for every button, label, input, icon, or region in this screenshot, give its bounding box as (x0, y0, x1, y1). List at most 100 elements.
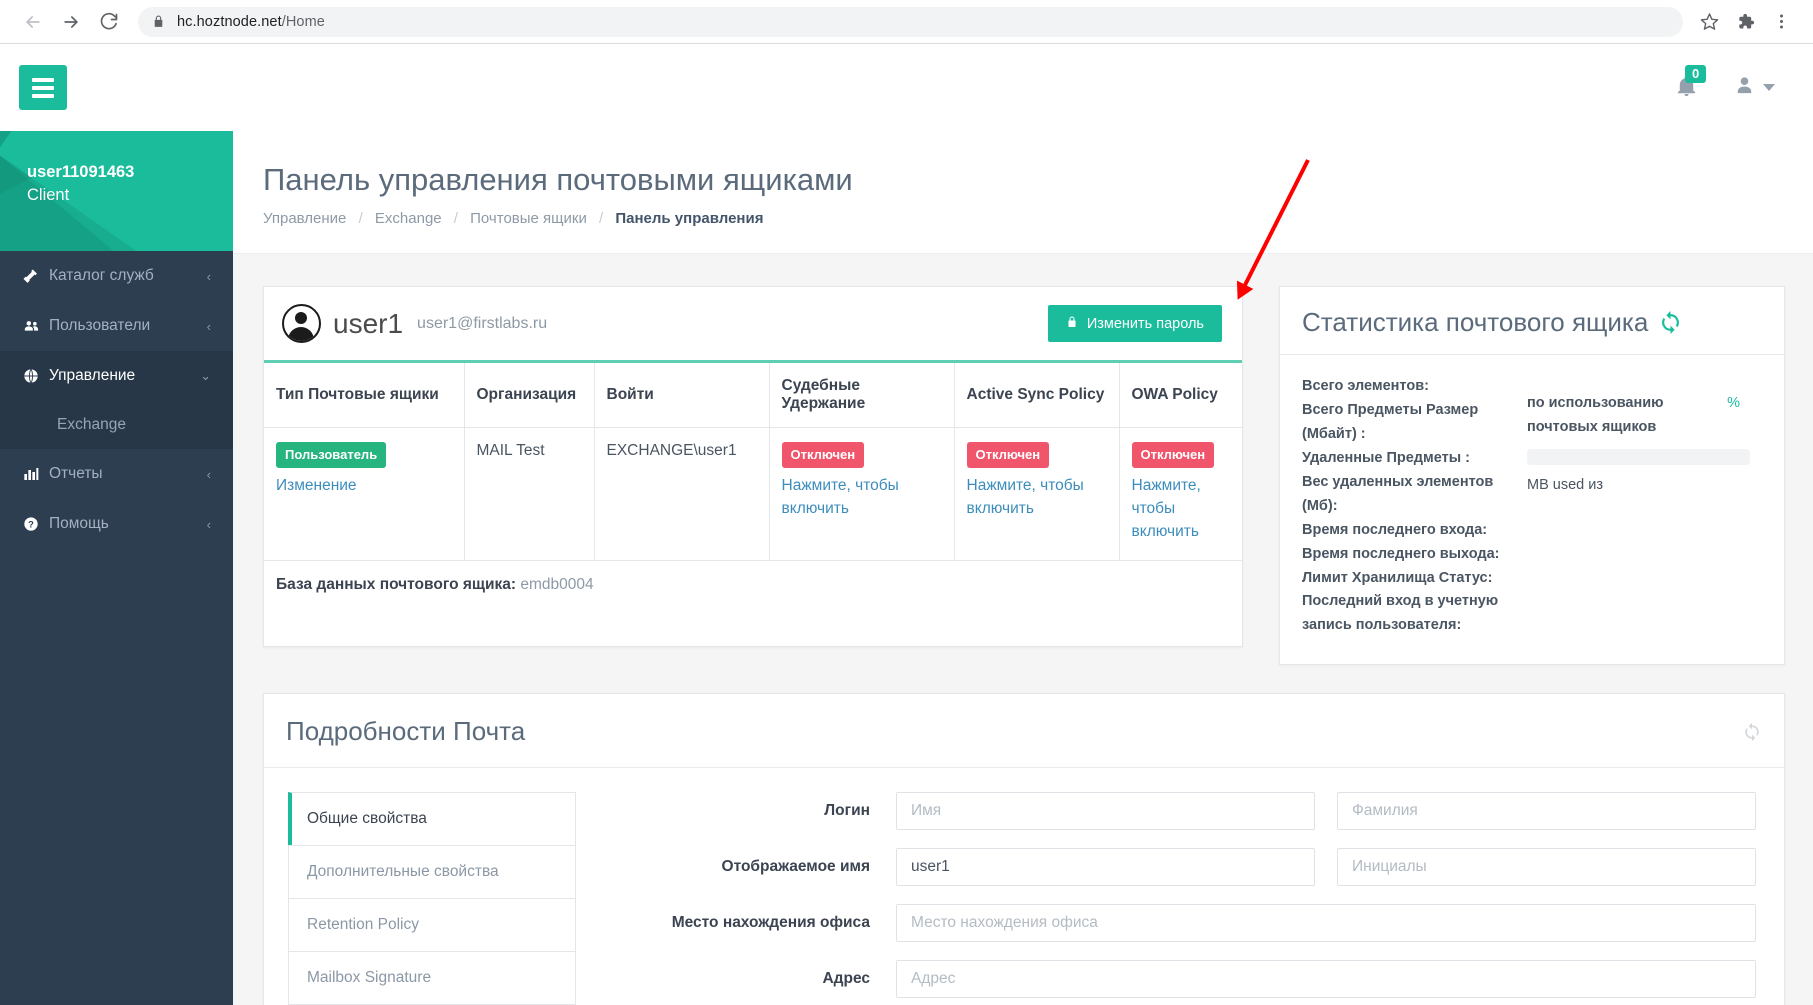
display-name-input[interactable] (896, 848, 1315, 887)
mailbox-card-footer (264, 609, 1242, 646)
stat-label-storage-limit-status: Лимит Хранилища Статус: (1302, 569, 1493, 586)
mailbox-database-row: База данных почтового ящика: emdb0004 (264, 561, 1242, 610)
tab-additional-properties[interactable]: Дополнительные свойства (288, 845, 576, 899)
change-password-button[interactable]: Изменить пароль (1047, 305, 1222, 343)
address-bar[interactable]: hc.hoztnode.net/Home (138, 6, 1683, 37)
browser-back-button[interactable] (14, 3, 52, 41)
column-header-login: Войти (594, 363, 770, 429)
form-label-office: Место нахождения офиса (671, 914, 870, 932)
sidebar: user11091463 Client Каталог служб ‹ Поль… (0, 131, 233, 1005)
stat-label-deleted-items: Удаленные Предметы : (1302, 449, 1470, 466)
notification-count-badge: 0 (1685, 64, 1707, 84)
mail-details-section: Подробности Почта Общие свойства Дополни… (233, 665, 1813, 1005)
sidebar-item-label: Пользователи (49, 317, 151, 334)
sidebar-item-catalog[interactable]: Каталог служб ‹ (0, 251, 233, 301)
breadcrumb-separator: / (599, 210, 604, 228)
mailbox-user-name: user1 (333, 307, 404, 339)
sidebar-item-users[interactable]: Пользователи ‹ (0, 301, 233, 351)
cell-organization: MAIL Test (464, 427, 595, 561)
form-row-address: Адрес (596, 960, 1756, 999)
three-dot-menu-icon[interactable] (1763, 4, 1799, 40)
change-type-link[interactable]: Изменение (276, 474, 451, 497)
enable-activesync-link[interactable]: Нажмите, чтобы включить (967, 474, 1106, 521)
user-menu-button[interactable] (1733, 74, 1775, 102)
tab-retention-policy[interactable]: Retention Policy (288, 898, 576, 952)
mailbox-database-label: База данных почтового ящика: (276, 575, 517, 593)
sidebar-item-exchange[interactable]: Exchange (0, 401, 233, 449)
mailbox-summary-column: user1 user1@firstlabs.ru Изменить пароль (263, 286, 1243, 665)
url-text: hc.hoztnode.net/Home (177, 14, 325, 30)
sidebar-item-help[interactable]: ? Помощь ‹ (0, 499, 233, 549)
user-avatar-icon (1733, 74, 1756, 102)
initials-input[interactable] (1337, 848, 1756, 887)
breadcrumb-item-mailboxes[interactable]: Почтовые ящики (470, 210, 587, 227)
page-title: Панель управления почтовыми ящиками (263, 162, 853, 197)
sidebar-item-management[interactable]: Управление ⌄ (0, 351, 233, 401)
chevron-down-icon: ⌄ (200, 368, 211, 383)
sidebar-user-name: user11091463 (27, 163, 135, 181)
last-name-input[interactable] (1337, 792, 1756, 831)
sidebar-item-reports[interactable]: Отчеты ‹ (0, 449, 233, 499)
breadcrumb-item-management[interactable]: Управление (263, 210, 346, 227)
refresh-icon[interactable] (1742, 722, 1762, 742)
user-circle-icon (282, 304, 321, 344)
status-badge-type: Пользователь (276, 442, 387, 468)
form-row-login: Логин (596, 792, 1756, 831)
cell-litigation-hold: Отключен Нажмите, чтобы включить (769, 427, 955, 561)
browser-reload-button[interactable] (90, 3, 128, 41)
main-content: Панель управления почтовыми ящиками Упра… (233, 131, 1813, 1005)
cell-activesync-policy: Отключен Нажмите, чтобы включить (954, 427, 1120, 561)
breadcrumb-item-exchange[interactable]: Exchange (375, 210, 442, 227)
address-input[interactable] (896, 960, 1756, 999)
globe-icon (23, 368, 49, 384)
breadcrumb-separator: / (453, 210, 458, 228)
breadcrumb: Управление / Exchange / Почтовые ящики /… (263, 210, 1813, 227)
tab-general-properties[interactable]: Общие свойства (288, 792, 576, 846)
statistics-card-header: Статистика почтового ящика (1280, 287, 1784, 356)
status-badge-activesync: Отключен (966, 442, 1050, 468)
browser-forward-button[interactable] (52, 3, 90, 41)
stat-label-deleted-size: Вес удаленных элементов (Мб): (1302, 473, 1494, 514)
refresh-icon[interactable] (1658, 310, 1683, 335)
mailbox-properties-table: Тип Почтовые ящики Организация Войти Суд… (264, 363, 1242, 561)
sidebar-header: user11091463 Client (0, 131, 233, 251)
notifications-button[interactable]: 0 (1675, 64, 1707, 104)
statistics-usage: по использованию почтовых ящиков % MB us… (1527, 375, 1762, 638)
table-row: Пользователь Изменение MAIL Test EXCHANG… (264, 427, 1242, 561)
column-header-activesync-policy: Active Sync Policy (954, 363, 1120, 429)
sidebar-item-label: Помощь (49, 515, 109, 532)
column-header-type: Тип Почтовые ящики (264, 363, 465, 429)
table-header-row: Тип Почтовые ящики Организация Войти Суд… (264, 363, 1242, 429)
puzzle-extensions-icon[interactable] (1727, 4, 1763, 40)
mailbox-card: user1 user1@firstlabs.ru Изменить пароль (263, 286, 1243, 647)
tools-icon (23, 268, 49, 284)
url-path: /Home (281, 13, 325, 30)
enable-litigation-link[interactable]: Нажмите, чтобы включить (782, 474, 941, 521)
hamburger-icon[interactable] (19, 65, 67, 110)
mail-details-body: Общие свойства Дополнительные свойства R… (264, 768, 1784, 1005)
enable-owa-link[interactable]: Нажмите, чтобы включить (1132, 474, 1230, 544)
first-name-input[interactable] (896, 792, 1315, 831)
sidebar-item-label: Отчеты (49, 465, 103, 482)
bookmark-star-icon[interactable] (1691, 4, 1727, 40)
browser-toolbar: hc.hoztnode.net/Home (0, 0, 1813, 44)
column-header-organization: Организация (464, 363, 595, 429)
stat-label-last-logon: Время последнего входа: (1302, 521, 1488, 538)
form-fields-address (896, 960, 1756, 999)
usage-caption-row: по использованию почтовых ящиков % (1527, 392, 1762, 440)
change-password-label: Изменить пароль (1086, 315, 1204, 332)
office-location-input[interactable] (896, 904, 1756, 943)
mail-details-tabs: Общие свойства Дополнительные свойства R… (288, 792, 576, 1005)
page-header: Панель управления почтовыми ящиками Упра… (233, 131, 1813, 255)
sidebar-item-label: Управление (49, 367, 136, 384)
lock-icon (1066, 315, 1078, 332)
statistics-title: Статистика почтового ящика (1302, 307, 1649, 338)
form-row-office: Место нахождения офиса (596, 904, 1756, 943)
mail-details-card: Подробности Почта Общие свойства Дополни… (263, 693, 1785, 1005)
sidebar-user-block: user11091463 Client (27, 161, 134, 207)
tab-mailbox-signature[interactable]: Mailbox Signature (288, 951, 576, 1005)
stat-label-last-logoff: Время последнего выхода: (1302, 545, 1500, 562)
status-badge-litigation: Отключен (781, 442, 865, 468)
chevron-left-icon: ‹ (206, 318, 211, 334)
mailbox-card-header: user1 user1@firstlabs.ru Изменить пароль (264, 287, 1242, 364)
